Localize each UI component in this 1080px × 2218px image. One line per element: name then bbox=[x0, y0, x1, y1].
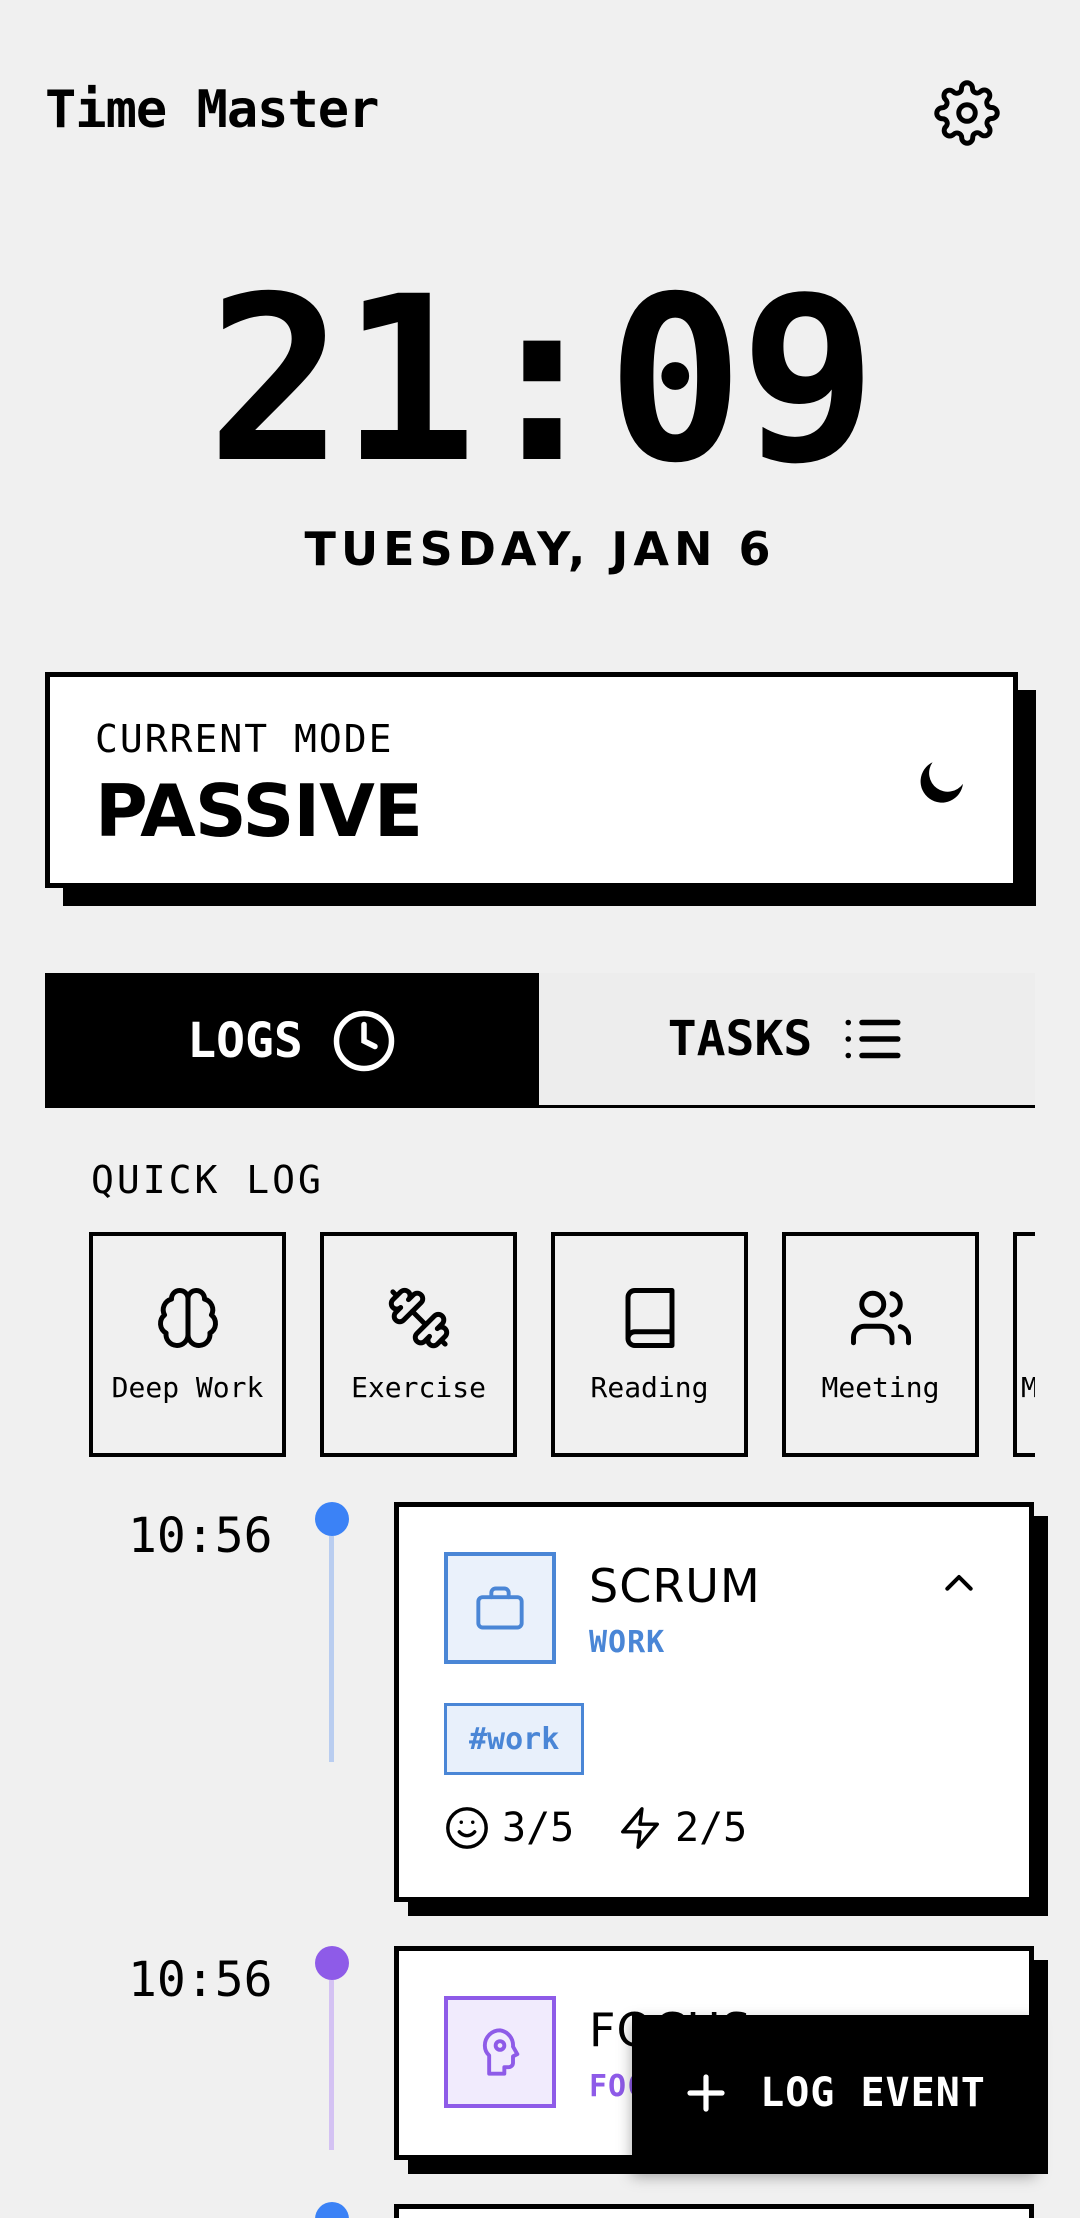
tab-logs[interactable]: LOGS bbox=[45, 973, 539, 1108]
timeline-line bbox=[329, 1536, 334, 1762]
clock-icon bbox=[333, 1010, 395, 1071]
quick-log-more[interactable]: M bbox=[1013, 1232, 1035, 1457]
lightning-icon bbox=[621, 1807, 659, 1849]
log-entry-tag[interactable]: #work bbox=[444, 1703, 585, 1775]
log-event-label: LOG EVENT bbox=[760, 2069, 986, 2116]
timeline-line bbox=[329, 1980, 334, 2150]
quick-log-label: Deep Work bbox=[111, 1371, 264, 1404]
app-title: Time Master bbox=[45, 80, 379, 140]
current-mode-card[interactable]: CURRENT MODE PASSIVE bbox=[45, 672, 1018, 888]
log-entry-card[interactable]: SCRUM WORK #work 3/5 2/5 bbox=[394, 1502, 1034, 1902]
quick-log-strip[interactable]: Deep Work Exercise Reading Meeting M bbox=[89, 1232, 1035, 1457]
energy-metric: 2/5 bbox=[617, 1805, 747, 1851]
log-entry-card[interactable] bbox=[394, 2204, 1034, 2218]
dumbbell-icon bbox=[388, 1287, 449, 1349]
mode-value: PASSIVE bbox=[95, 769, 423, 853]
tab-tasks-label: TASKS bbox=[667, 1011, 813, 1067]
quick-log-title: QUICK LOG bbox=[91, 1158, 324, 1202]
energy-value: 2/5 bbox=[675, 1805, 748, 1851]
gear-icon[interactable] bbox=[934, 80, 1000, 146]
users-icon bbox=[850, 1290, 911, 1346]
head-gear-icon bbox=[482, 2028, 520, 2076]
clock-date: TUESDAY, JAN 6 bbox=[304, 522, 776, 576]
log-entry-category: WORK bbox=[589, 1625, 666, 1660]
quick-log-label: Meeting bbox=[821, 1371, 940, 1404]
smile-icon bbox=[446, 1807, 488, 1849]
entry-time: 10:56 bbox=[128, 1952, 273, 2008]
log-event-button[interactable]: LOG EVENT bbox=[632, 2015, 1036, 2170]
briefcase-icon bbox=[476, 1586, 524, 1630]
timeline-dot bbox=[315, 1502, 349, 1536]
mood-metric: 3/5 bbox=[444, 1805, 574, 1851]
category-icon-box bbox=[444, 1552, 556, 1664]
moon-icon bbox=[920, 762, 963, 803]
brain-icon bbox=[157, 1288, 218, 1348]
clock-time: 21:09 bbox=[206, 247, 877, 513]
log-entry-title: SCRUM bbox=[589, 1559, 761, 1613]
quick-log-meeting[interactable]: Meeting bbox=[782, 1232, 979, 1457]
tab-bar: LOGS TASKS bbox=[45, 973, 1035, 1108]
quick-log-exercise[interactable]: Exercise bbox=[320, 1232, 517, 1457]
quick-log-reading[interactable]: Reading bbox=[551, 1232, 748, 1457]
mode-label: CURRENT MODE bbox=[95, 717, 394, 761]
entry-time: 10:56 bbox=[128, 1508, 273, 1564]
chevron-up-icon[interactable] bbox=[939, 1567, 979, 1597]
quick-log-label: M bbox=[1021, 1371, 1035, 1404]
book-icon bbox=[625, 1288, 674, 1348]
plus-icon bbox=[687, 2073, 725, 2112]
list-icon bbox=[845, 1019, 901, 1059]
timeline-dot bbox=[315, 1946, 349, 1980]
quick-log-label: Exercise bbox=[351, 1371, 486, 1404]
mood-value: 3/5 bbox=[502, 1805, 575, 1851]
quick-log-deep-work[interactable]: Deep Work bbox=[89, 1232, 286, 1457]
tab-logs-label: LOGS bbox=[187, 1012, 303, 1069]
tab-tasks[interactable]: TASKS bbox=[539, 973, 1035, 1108]
quick-log-label: Reading bbox=[590, 1371, 709, 1404]
timeline-dot bbox=[315, 2202, 349, 2218]
category-icon-box bbox=[444, 1996, 556, 2108]
